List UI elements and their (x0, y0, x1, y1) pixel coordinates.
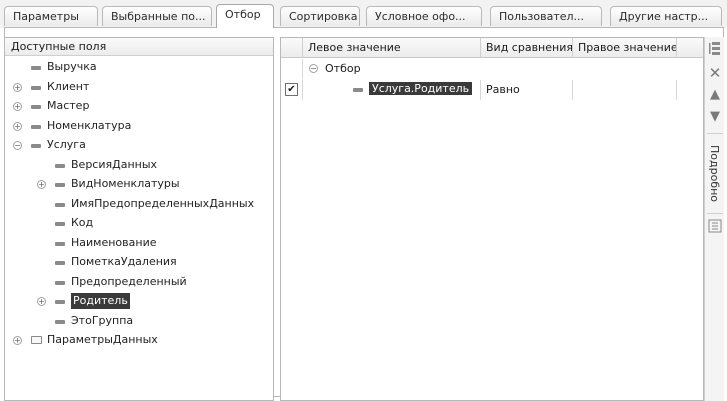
field-icon (55, 202, 65, 207)
details-toggle[interactable]: Подробно (708, 145, 721, 205)
filter-grid: Левое значение Вид сравнения Правое знач… (280, 37, 704, 401)
toolbar-separator (707, 213, 723, 214)
group-conditions-icon[interactable] (707, 41, 723, 57)
available-fields-pane: Доступные поля Выручка + Клиент + Мастер + Ном… (4, 37, 274, 401)
filter-group-label: Отбор (325, 62, 361, 75)
field-icon (31, 85, 41, 90)
filter-group-check-cell (281, 59, 303, 79)
expand-icon[interactable]: + (37, 297, 46, 306)
tree-item[interactable]: Код (5, 214, 273, 233)
condition-right-value-cell[interactable] (573, 80, 677, 100)
field-icon (55, 300, 65, 304)
tree-item-label: ВидНоменклатуры (71, 177, 180, 190)
expand-icon[interactable]: + (13, 121, 22, 131)
column-header-left-value[interactable]: Левое значение (303, 38, 481, 58)
tree-item-label: ПараметрыДанных (47, 333, 158, 346)
tree-item-label: Выручка (47, 60, 97, 73)
field-icon (31, 66, 41, 70)
delete-icon[interactable]: ✕ (707, 65, 723, 81)
tab-bar: Параметры Выбранные по... Отбор Сортиров… (0, 0, 727, 28)
filter-toolbar: ✕ ▲ ▼ Подробно (704, 37, 724, 401)
field-icon (55, 241, 65, 246)
tree-item[interactable]: ПометкаУдаления (5, 253, 273, 272)
field-icon (55, 261, 65, 265)
tree-item-label: Наименование (71, 235, 157, 249)
tree-item-label: Услуга (47, 138, 86, 151)
field-icon (31, 124, 41, 129)
field-icon (55, 183, 65, 187)
tree-item-label: Мастер (47, 99, 90, 112)
field-icon (353, 88, 363, 92)
tree-item[interactable]: ВерсияДанных (5, 156, 273, 175)
tree-item-label: ВерсияДанных (71, 157, 158, 171)
filter-grid-header: Левое значение Вид сравнения Правое знач… (281, 38, 703, 58)
expand-icon[interactable]: + (13, 82, 22, 92)
expand-icon[interactable]: + (37, 180, 46, 189)
tree-item[interactable]: Наименование (5, 234, 273, 253)
tree-item[interactable]: − Услуга (5, 136, 273, 155)
tree-item-label: ЭтоГруппа (71, 313, 134, 327)
condition-comparison-cell[interactable]: Равно (481, 80, 573, 100)
tree-item[interactable]: ЭтоГруппа (5, 312, 273, 331)
tree-item[interactable]: + Клиент (5, 78, 273, 97)
condition-left-value: Услуга.Родитель (369, 82, 473, 95)
tab-filter[interactable]: Отбор (216, 4, 274, 28)
field-icon (31, 144, 41, 148)
tree-item[interactable]: + ПараметрыДанных (5, 331, 273, 350)
condition-left-value-cell[interactable]: Услуга.Родитель (303, 80, 481, 100)
folder-icon (31, 336, 42, 344)
tree-item-label: Клиент (47, 79, 90, 93)
toolbar-separator (707, 133, 723, 134)
tab-sorting[interactable]: Сортировка (280, 6, 360, 26)
tree-item-label: ИмяПредопределенныхДанных (71, 196, 255, 210)
tab-other-settings[interactable]: Другие настр... (610, 6, 722, 26)
tree-item-label: ПометкаУдаления (71, 255, 177, 268)
tree-item[interactable]: Предопределенный (5, 273, 273, 292)
filter-condition-row[interactable]: ✔ Услуга.Родитель Равно (281, 80, 703, 100)
more-icon[interactable] (707, 219, 723, 235)
field-icon (55, 163, 65, 168)
tree-item[interactable]: + Мастер (5, 97, 273, 116)
condition-check-cell: ✔ (281, 80, 303, 100)
tree-item-label: Номенклатура (47, 118, 132, 132)
tree-item[interactable]: + Родитель (5, 292, 273, 311)
column-header-right-value[interactable]: Правое значение (573, 38, 677, 58)
field-icon (31, 105, 41, 109)
tree-item[interactable]: + ВидНоменклатуры (5, 175, 273, 194)
tree-item-label: Код (71, 216, 94, 229)
tree-item[interactable]: + Номенклатура (5, 117, 273, 136)
condition-enabled-checkbox[interactable]: ✔ (285, 83, 298, 96)
available-fields-header: Доступные поля (5, 38, 273, 56)
field-icon (55, 280, 65, 285)
field-icon (55, 319, 65, 324)
expand-icon[interactable]: + (13, 336, 22, 345)
tab-user-settings[interactable]: Пользовател... (490, 6, 602, 26)
tab-selected-fields[interactable]: Выбранные по... (102, 6, 212, 26)
tree-item-label: Предопределенный (71, 274, 187, 288)
move-down-icon[interactable]: ▼ (707, 109, 723, 125)
filter-group-row[interactable]: − Отбор (281, 59, 703, 79)
tree-item[interactable]: ИмяПредопределенныхДанных (5, 195, 273, 214)
move-up-icon[interactable]: ▲ (707, 87, 723, 103)
filter-group-cell: − Отбор (303, 59, 481, 79)
tree-item-label: Родитель (71, 293, 130, 309)
field-icon (55, 222, 65, 226)
collapse-icon[interactable]: − (309, 64, 318, 73)
tab-conditional-format[interactable]: Условное офо... (366, 6, 482, 26)
tab-parameters[interactable]: Параметры (4, 6, 98, 26)
column-header-comparison[interactable]: Вид сравнения (481, 38, 573, 58)
collapse-icon[interactable]: − (13, 141, 22, 150)
column-header-check (281, 38, 303, 58)
tree-item[interactable]: Выручка (5, 58, 273, 77)
expand-icon[interactable]: + (13, 102, 22, 111)
